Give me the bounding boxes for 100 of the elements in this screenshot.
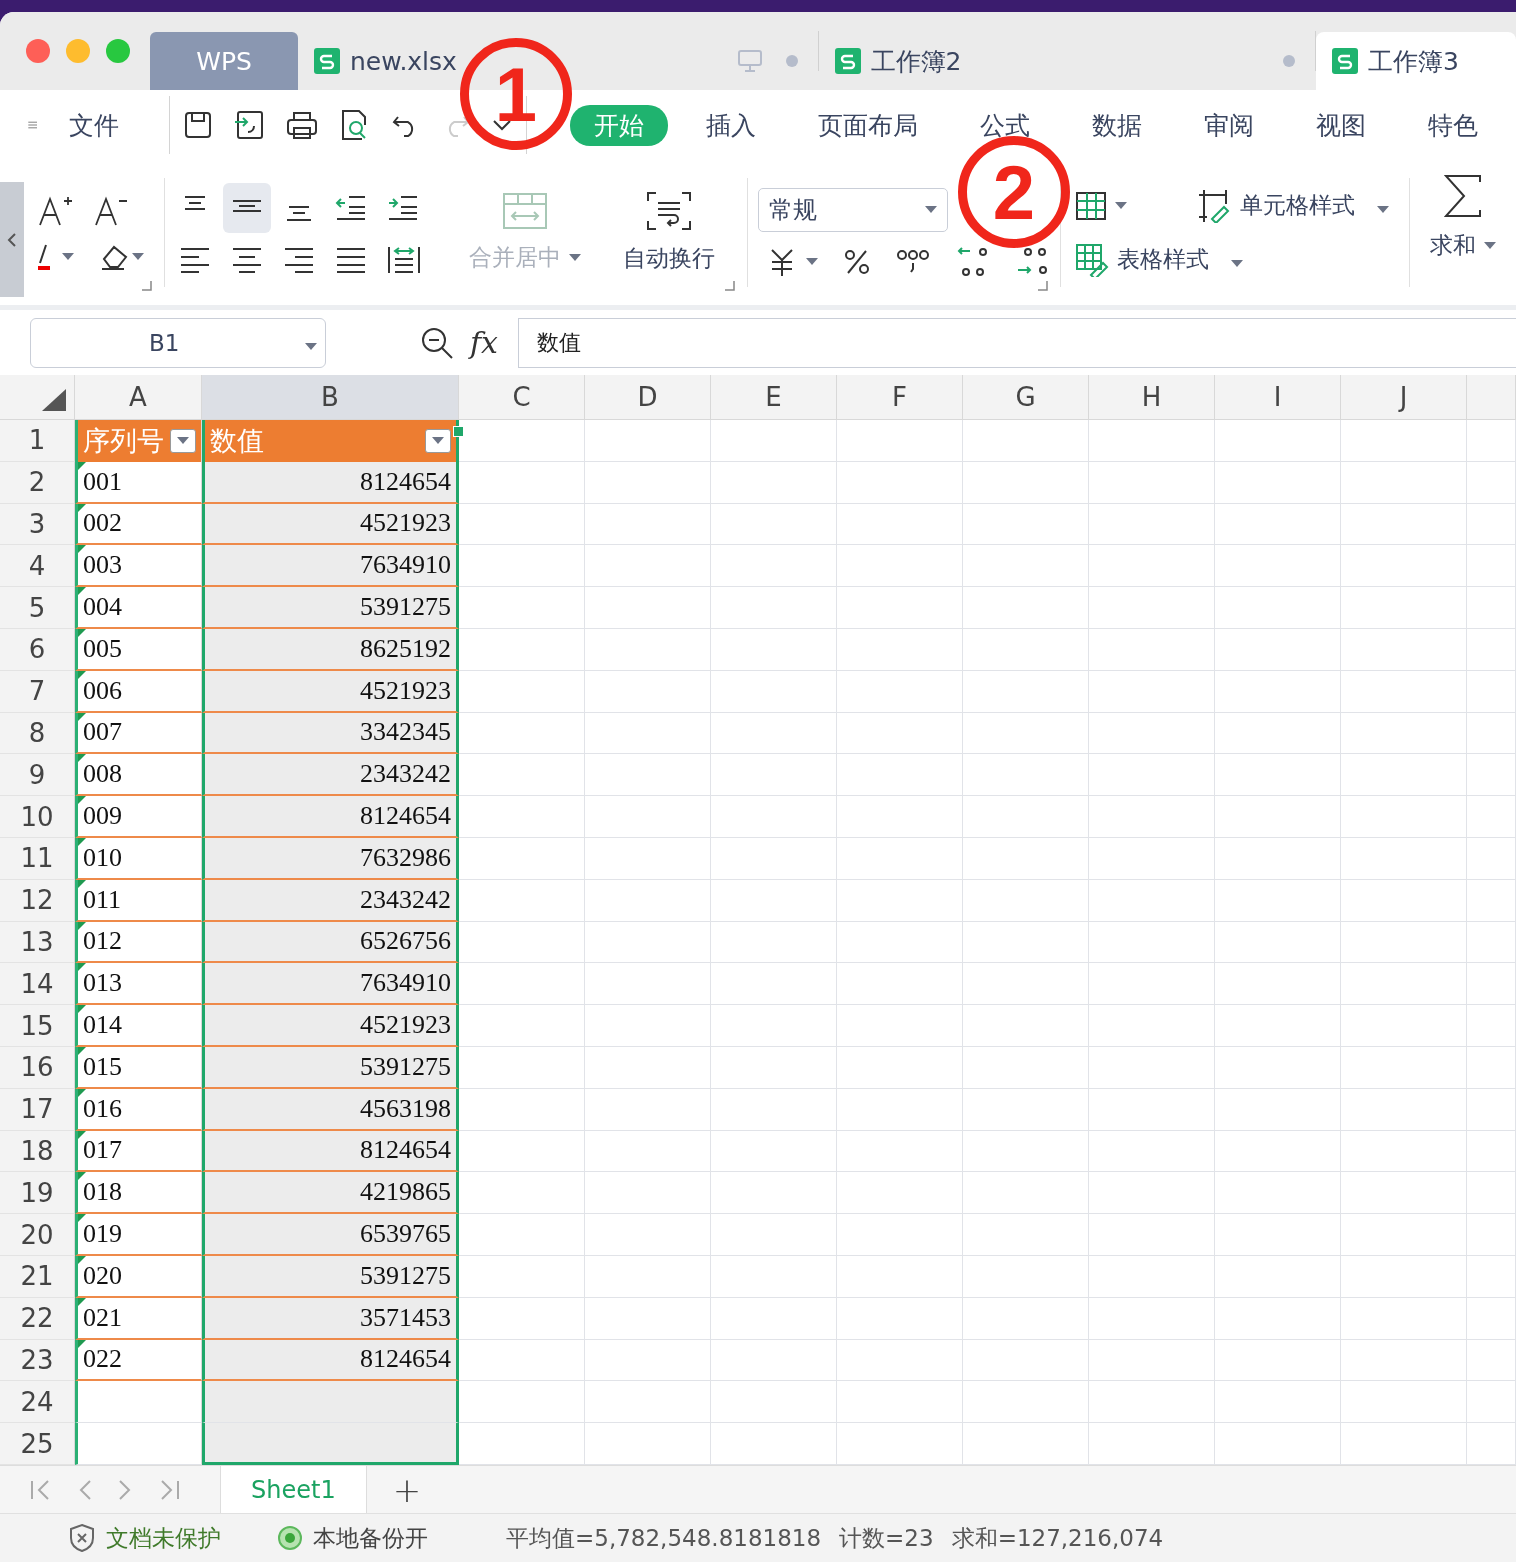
row-header[interactable]: 2 [0,461,75,504]
select-all-icon[interactable] [42,389,66,411]
row-header[interactable]: 24 [0,1381,75,1424]
cell-style-button[interactable]: 单元格样式 [1198,188,1389,223]
row-header[interactable]: 3 [0,503,75,546]
table-cell: 6526756 [202,921,459,964]
row-header[interactable]: 13 [0,921,75,964]
column-header[interactable]: F [837,375,963,420]
filter-button[interactable] [170,428,196,453]
wrap-text-icon[interactable] [645,191,692,231]
table-cell: 4219865 [202,1172,459,1215]
column-header[interactable]: G [963,375,1089,420]
row-header[interactable]: 21 [0,1256,75,1298]
header-label: 数值 [210,423,264,458]
cell-style-icon[interactable] [1198,188,1232,223]
empty-cell [1467,1172,1516,1215]
row-header[interactable]: 8 [0,712,75,755]
protection-status[interactable]: 文档未保护 [106,1522,221,1554]
save-icon[interactable] [183,111,212,139]
row-header[interactable]: 4 [0,545,75,588]
backup-status[interactable]: 本地备份开 [313,1522,428,1554]
export-icon[interactable] [233,110,264,140]
column-header[interactable]: H [1089,375,1215,420]
row-header[interactable]: 12 [0,879,75,922]
shield-icon[interactable] [68,1523,96,1553]
error-indicator-icon [78,629,86,637]
file-menu[interactable]: 文件 [63,107,126,143]
increase-decimal-icon[interactable] [955,245,990,278]
row-header[interactable]: 9 [0,754,75,797]
document-tab[interactable]: 工作簿2 [818,32,1315,90]
spreadsheet-icon [1332,48,1358,74]
distributed-align-icon[interactable] [386,244,421,275]
zoom-formula-icon[interactable] [420,325,454,360]
column-header[interactable]: E [711,375,837,420]
column-header[interactable]: B [202,375,459,420]
row-header[interactable]: 6 [0,629,75,671]
ribbon-tab[interactable]: 数据 [1068,104,1166,146]
column-header[interactable]: I [1215,375,1341,420]
filter-button[interactable] [425,428,451,453]
row-header[interactable]: 10 [0,796,75,838]
chevron-left-icon[interactable] [6,231,17,248]
ribbon-tab[interactable]: 审阅 [1180,104,1278,146]
error-indicator-icon [78,754,86,763]
ribbon-tab[interactable]: 页面布局 [794,104,942,146]
error-indicator-icon [78,670,86,679]
column-header[interactable]: D [585,375,711,420]
row-header[interactable]: 15 [0,1005,75,1047]
ribbon-tab[interactable]: 视图 [1292,104,1390,146]
increase-font-size-icon[interactable] [37,194,72,227]
row-header[interactable]: 23 [0,1339,75,1382]
column-header[interactable]: A [75,375,202,420]
row-header[interactable]: 18 [0,1130,75,1173]
row-header[interactable]: 20 [0,1214,75,1256]
function-button[interactable]: fx [470,325,499,360]
empty-cell [1467,1297,1516,1340]
wrap-text-button[interactable]: 自动换行 [610,191,727,274]
row-header[interactable]: 11 [0,838,75,880]
dropdown-chevron-icon[interactable] [491,119,512,131]
conditional-format-icon[interactable] [1074,190,1107,221]
empty-cell [1467,1005,1516,1047]
table-cell: 8124654 [202,796,459,838]
empty-cell [1467,1339,1516,1382]
add-sheet-button[interactable]: + [392,1469,422,1510]
annotation-marker: 2 [958,136,1070,248]
formula-input[interactable]: 数值 [518,317,1516,368]
error-indicator-icon [78,712,86,721]
row-header[interactable]: 17 [0,1088,75,1131]
sum-icon[interactable] [1444,174,1482,218]
percent-icon[interactable] [843,248,870,275]
name-box[interactable]: B1 [30,317,326,368]
empty-cell [1467,1256,1516,1298]
print-icon[interactable] [285,110,318,140]
row-header[interactable]: 16 [0,1047,75,1089]
fill-handle[interactable] [453,426,464,437]
empty-cell [1467,921,1516,964]
ribbon-tab[interactable]: 特色 [1404,104,1502,146]
number-format-select[interactable]: 常规 [757,187,948,232]
row-header[interactable]: 19 [0,1172,75,1215]
dropdown-caret-icon [805,257,818,266]
table-style-button[interactable]: 表格样式 [1074,242,1389,277]
tab-label: new.xlsx [350,46,457,76]
row-header[interactable]: 1 [0,420,75,462]
row-header[interactable]: 25 [0,1423,75,1465]
column-header[interactable]: C [459,375,585,420]
spreadsheet-icon [314,48,340,74]
row-header[interactable]: 7 [0,670,75,713]
dropdown-caret-icon [305,342,317,351]
collapse-panel-handle[interactable] [0,182,24,297]
ribbon-tab[interactable]: 插入 [682,104,780,146]
row-header[interactable]: 5 [0,587,75,629]
close-button[interactable] [26,39,50,63]
error-indicator-icon [78,461,86,470]
sum-button[interactable]: 求和 [1410,174,1516,305]
table-cell: 4521923 [202,670,459,713]
column-header[interactable]: J [1341,375,1467,420]
document-tab[interactable]: 工作簿3 [1316,32,1516,90]
row-header[interactable]: 22 [0,1297,75,1340]
row-header[interactable]: 14 [0,963,75,1006]
table-cell: 4563198 [202,1088,459,1131]
table-style-icon[interactable] [1074,242,1109,277]
